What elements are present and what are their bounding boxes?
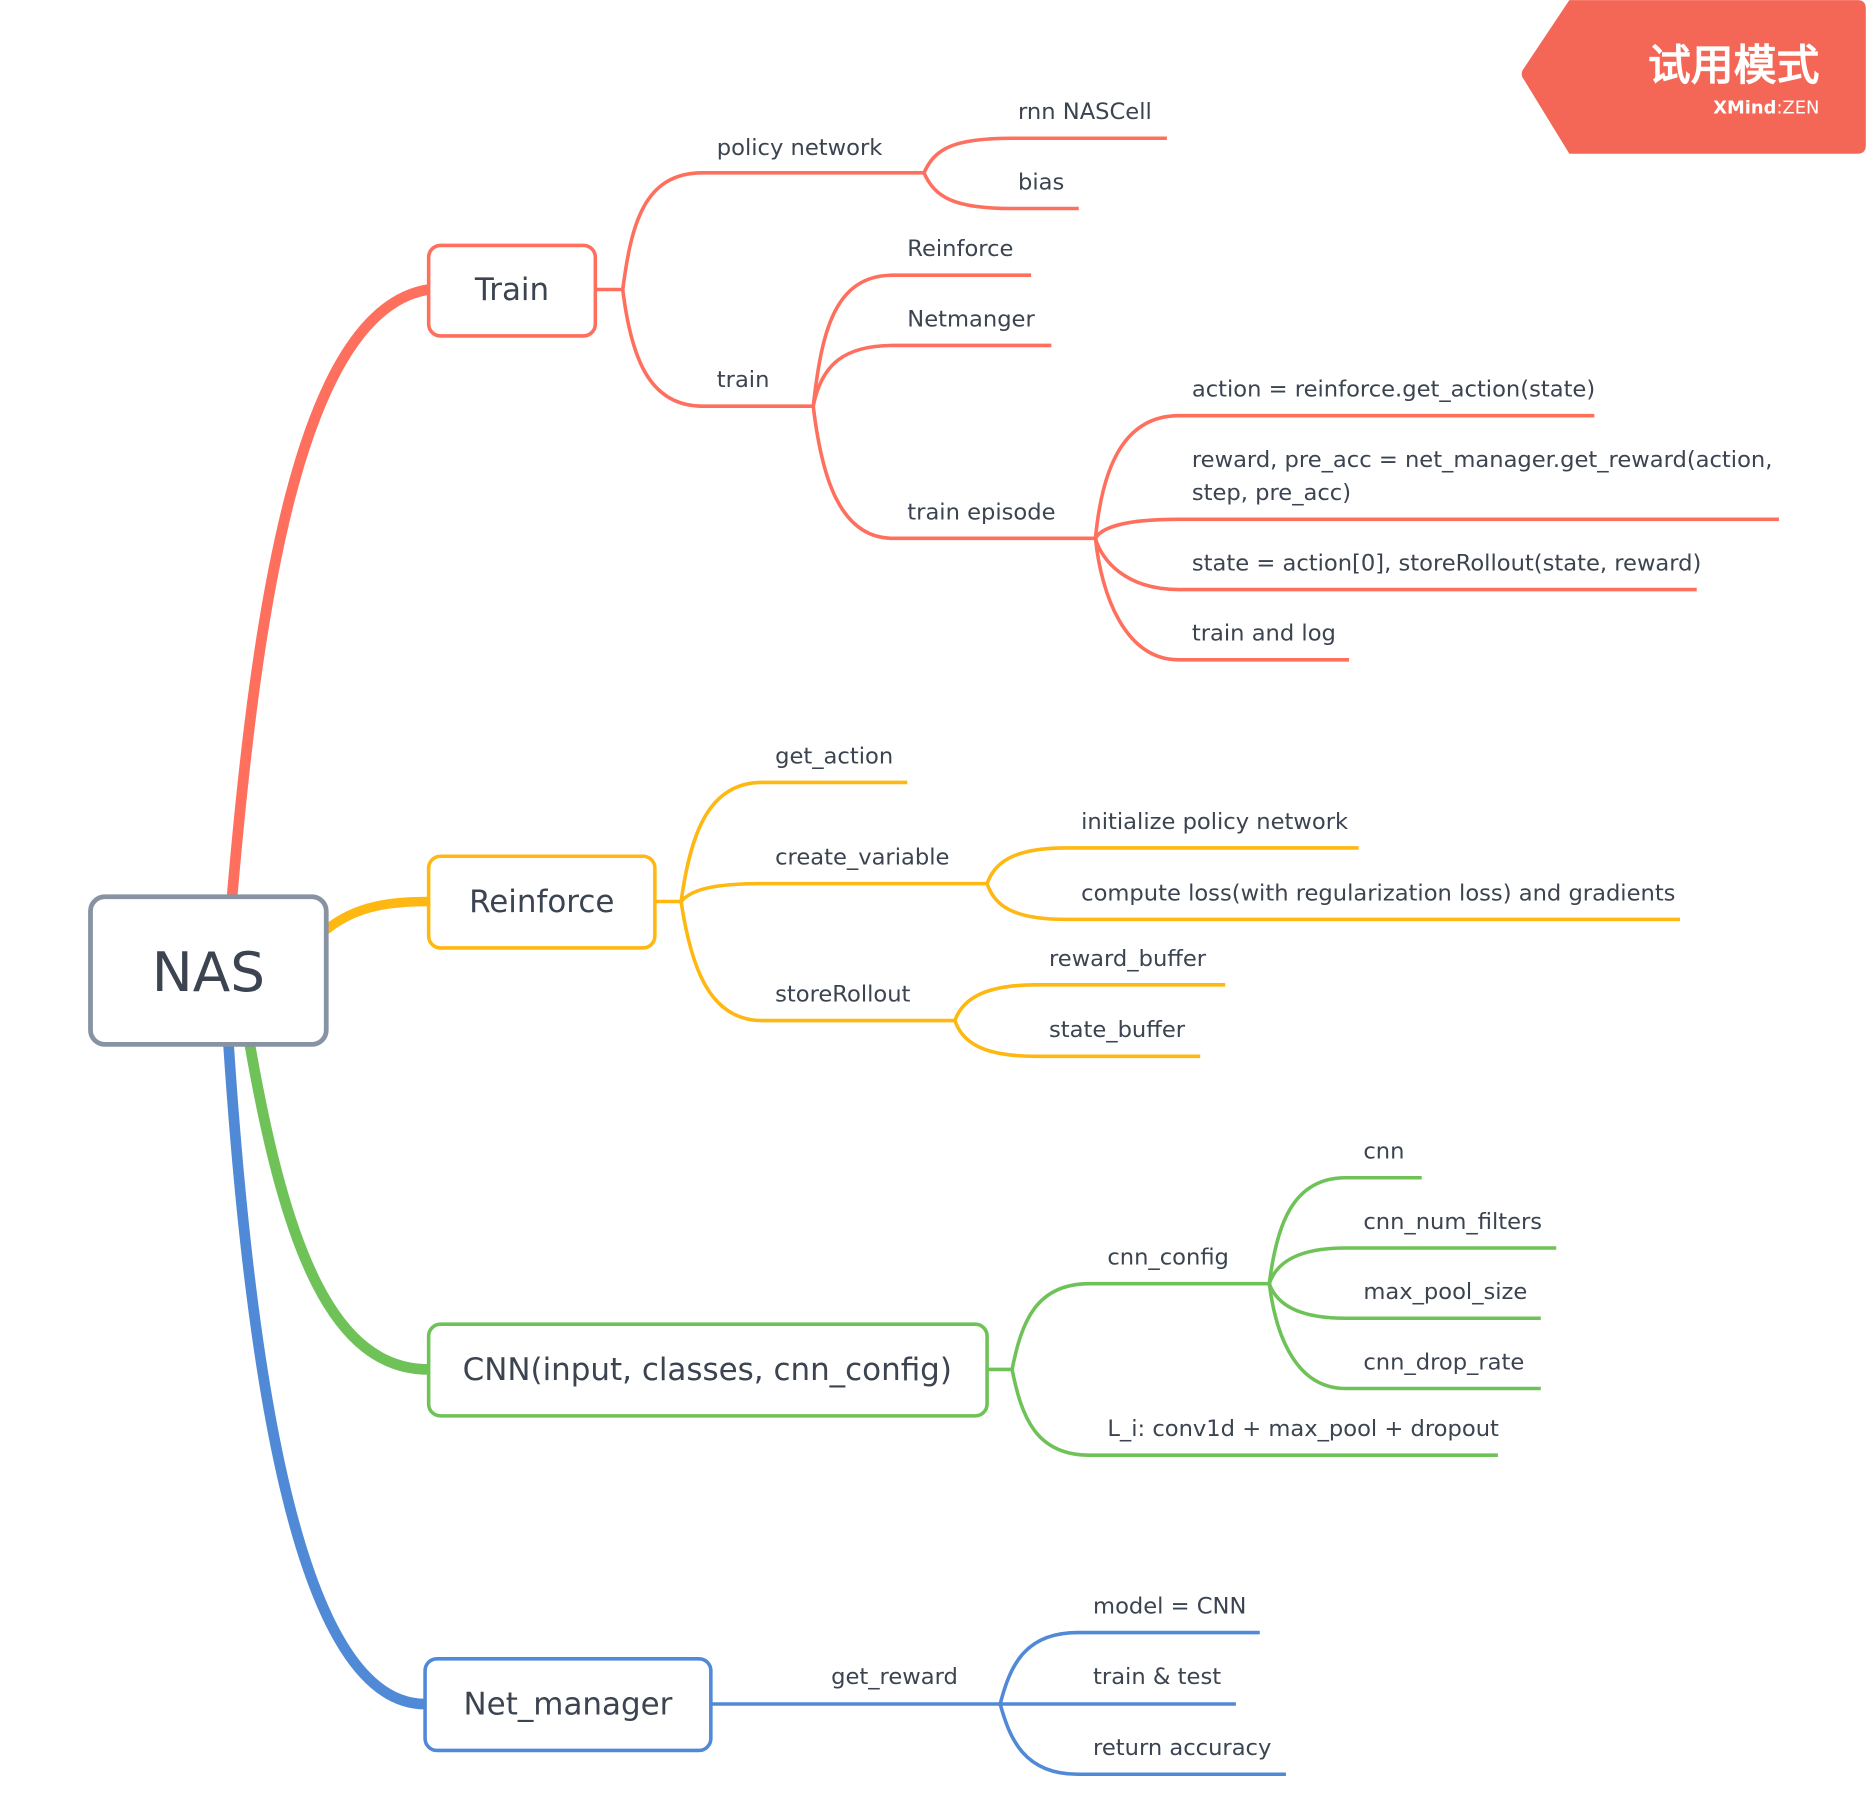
train-branch-lines <box>595 136 1779 662</box>
node-state-buffer[interactable]: state_buffer <box>1049 1017 1186 1043</box>
node-cnn[interactable]: cnn <box>1363 1139 1404 1165</box>
node-model-cnn[interactable]: model = CNN <box>1093 1594 1246 1620</box>
node-reward-line2[interactable]: step, pre_acc) <box>1192 480 1351 506</box>
node-cnn-num-filters[interactable]: cnn_num_filters <box>1363 1209 1542 1235</box>
watermark-edition: ZEN <box>1782 97 1819 118</box>
node-cnn-config[interactable]: cnn_config <box>1107 1245 1229 1271</box>
node-bias[interactable]: bias <box>1018 169 1064 195</box>
topic-train-label: Train <box>474 272 549 308</box>
node-max-pool-size[interactable]: max_pool_size <box>1363 1279 1527 1305</box>
node-state[interactable]: state = action[0], storeRollout(state, r… <box>1192 550 1701 576</box>
topic-net-manager-label: Net_manager <box>464 1687 673 1723</box>
watermark-title: 试用模式 <box>1648 41 1820 91</box>
node-return-accuracy[interactable]: return accuracy <box>1093 1735 1271 1761</box>
topic-cnn-label: CNN(input, classes, cnn_config) <box>463 1352 952 1388</box>
node-reward-line1[interactable]: reward, pre_acc = net_manager.get_reward… <box>1192 447 1773 473</box>
node-train-test[interactable]: train & test <box>1093 1664 1221 1690</box>
trial-watermark: 试用模式 XMind:ZEN <box>1521 0 1866 154</box>
node-layer[interactable]: L_i: conv1d + max_pool + dropout <box>1107 1416 1499 1442</box>
node-compute-loss[interactable]: compute loss(with regularization loss) a… <box>1081 880 1675 906</box>
node-netmanger[interactable]: Netmanger <box>907 306 1035 332</box>
mind-map-canvas: Train policy network rnn NASCell bias tr… <box>88 0 1866 1777</box>
node-train[interactable]: train <box>717 367 770 393</box>
trunk-train <box>226 284 435 901</box>
watermark-brand-name: XMind <box>1713 97 1776 118</box>
node-train-episode[interactable]: train episode <box>907 499 1055 525</box>
node-init-policy[interactable]: initialize policy network <box>1081 809 1349 835</box>
node-get-reward[interactable]: get_reward <box>831 1664 958 1690</box>
node-store-rollout[interactable]: storeRollout <box>775 982 910 1008</box>
node-action[interactable]: action = reinforce.get_action(state) <box>1192 377 1595 403</box>
node-get-action[interactable]: get_action <box>775 743 893 769</box>
trunk-cnn <box>244 1040 435 1375</box>
node-train-and-log[interactable]: train and log <box>1192 621 1336 647</box>
trunk-net <box>223 1040 431 1710</box>
node-reward-buffer[interactable]: reward_buffer <box>1049 946 1207 972</box>
trunk-reinforce <box>322 896 434 934</box>
topic-reinforce-label: Reinforce <box>469 884 614 920</box>
root-topic-label: NAS <box>152 940 265 1004</box>
node-rnn-nascell[interactable]: rnn NASCell <box>1018 99 1152 125</box>
node-cnn-drop-rate[interactable]: cnn_drop_rate <box>1363 1349 1524 1375</box>
node-reinforce-ref[interactable]: Reinforce <box>907 236 1013 262</box>
node-policy-network[interactable]: policy network <box>717 135 883 161</box>
watermark-brand: XMind:ZEN <box>1713 97 1819 118</box>
node-create-variable[interactable]: create_variable <box>775 845 949 871</box>
